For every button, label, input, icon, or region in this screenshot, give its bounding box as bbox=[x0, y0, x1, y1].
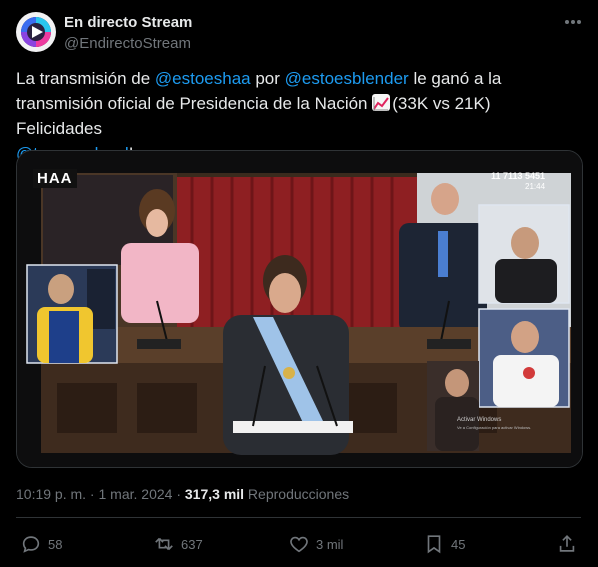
share-button[interactable] bbox=[556, 532, 584, 556]
stream-clock: 21:44 bbox=[525, 182, 546, 191]
tweet-text-part: La transmisión de bbox=[16, 69, 155, 88]
repost-button[interactable]: 637 bbox=[153, 532, 203, 556]
media-image[interactable]: HAA 11 7113 5451 21:44 Activar Windows V… bbox=[16, 150, 583, 468]
heart-icon bbox=[290, 536, 308, 553]
bookmark-count: 45 bbox=[451, 536, 466, 552]
tweet-meta: 10:19 p. m. · 1 mar. 2024 · 317,3 mil Re… bbox=[16, 486, 349, 502]
meta-separator: · bbox=[86, 486, 99, 502]
reply-icon bbox=[22, 536, 40, 553]
mention-link[interactable]: @estoesblender bbox=[285, 69, 409, 88]
play-logo-icon bbox=[21, 17, 51, 47]
mention-link[interactable]: @estoeshaa bbox=[155, 69, 251, 88]
tweet-date[interactable]: 1 mar. 2024 bbox=[99, 486, 173, 502]
tweet-text-part: por bbox=[250, 69, 285, 88]
windows-watermark-subtitle: Ve a Configuración para activar Windows. bbox=[457, 425, 532, 430]
stream-phone-number: 11 7113 5451 bbox=[491, 171, 546, 181]
more-options-icon[interactable] bbox=[563, 14, 583, 30]
share-icon bbox=[559, 535, 575, 552]
chart-increasing-icon bbox=[372, 94, 391, 111]
repost-count: 637 bbox=[181, 536, 203, 552]
views-label: Reproducciones bbox=[244, 486, 350, 502]
author-handle[interactable]: @EndirectoStream bbox=[64, 35, 191, 52]
bookmark-icon bbox=[427, 535, 441, 554]
reply-count: 58 bbox=[48, 536, 63, 552]
stream-logo: HAA bbox=[33, 169, 77, 188]
like-count: 3 mil bbox=[316, 536, 344, 552]
author-name[interactable]: En directo Stream bbox=[64, 14, 192, 31]
windows-watermark-title: Activar Windows bbox=[457, 417, 502, 423]
divider bbox=[16, 517, 581, 518]
bookmark-button[interactable]: 45 bbox=[423, 532, 465, 556]
reply-button[interactable]: 58 bbox=[20, 532, 62, 556]
tweet-time[interactable]: 10:19 p. m. bbox=[16, 486, 86, 502]
like-button[interactable]: 3 mil bbox=[288, 532, 343, 556]
avatar[interactable] bbox=[16, 12, 56, 52]
repost-icon bbox=[155, 537, 173, 551]
meta-separator: · bbox=[172, 486, 185, 502]
view-count: 317,3 mil bbox=[184, 486, 245, 502]
